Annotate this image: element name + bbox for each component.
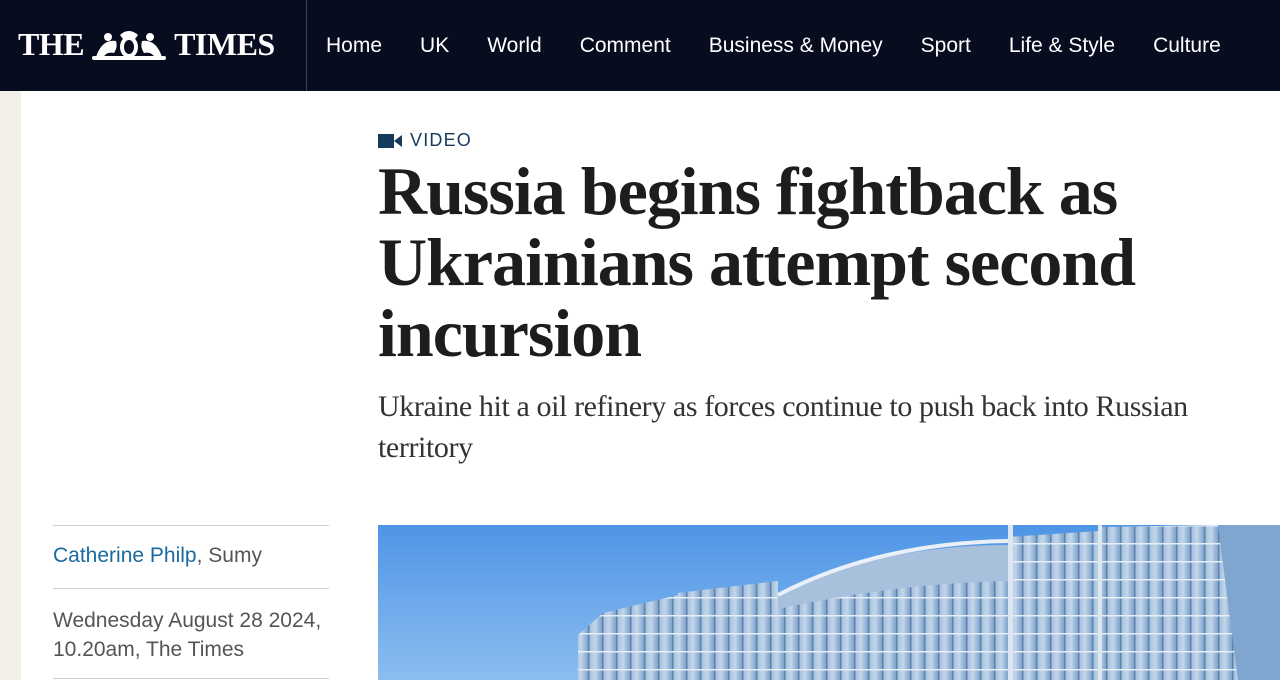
logo-text-left: THE	[18, 25, 85, 62]
nav-item-world[interactable]: World	[487, 34, 541, 58]
hero-image[interactable]	[378, 525, 1280, 680]
article-dateline: Wednesday August 28 2024, 10.20am, The T…	[53, 609, 322, 661]
nav-item-sport[interactable]: Sport	[921, 34, 971, 58]
video-camera-icon	[378, 133, 402, 148]
video-tag-label: VIDEO	[410, 130, 473, 150]
main-nav: Home UK World Comment Business & Money S…	[326, 0, 1259, 91]
site-logo[interactable]: THE TIMES	[18, 24, 278, 64]
article-standfirst: Ukraine hit a oil refinery as forces con…	[378, 390, 1188, 464]
nav-item-comment[interactable]: Comment	[580, 34, 671, 58]
author-link[interactable]: Catherine Philp	[53, 544, 197, 567]
byline: Catherine Philp, Sumy	[53, 544, 262, 568]
byline-location: , Sumy	[196, 544, 262, 567]
left-margin-strip	[0, 91, 21, 680]
nav-item-business-money[interactable]: Business & Money	[709, 34, 883, 58]
nav-item-home[interactable]: Home	[326, 34, 382, 58]
byline-rule-top	[53, 525, 329, 526]
hotel-building-photo	[378, 525, 1280, 680]
nav-item-uk[interactable]: UK	[420, 34, 449, 58]
byline-rule-middle	[53, 588, 329, 589]
site-header: THE TIMES Home UK World Comment Business…	[0, 0, 1280, 91]
logo-text-right: TIMES	[174, 25, 275, 62]
royal-crest-icon	[92, 31, 167, 60]
nav-item-life-style[interactable]: Life & Style	[1009, 34, 1115, 58]
article-headline: Russia begins fightback as Ukrainians at…	[378, 153, 1136, 371]
nav-item-culture[interactable]: Culture	[1153, 34, 1221, 58]
header-divider	[306, 0, 307, 91]
byline-rule-bottom	[53, 678, 329, 679]
video-tag[interactable]: VIDEO	[378, 130, 472, 151]
